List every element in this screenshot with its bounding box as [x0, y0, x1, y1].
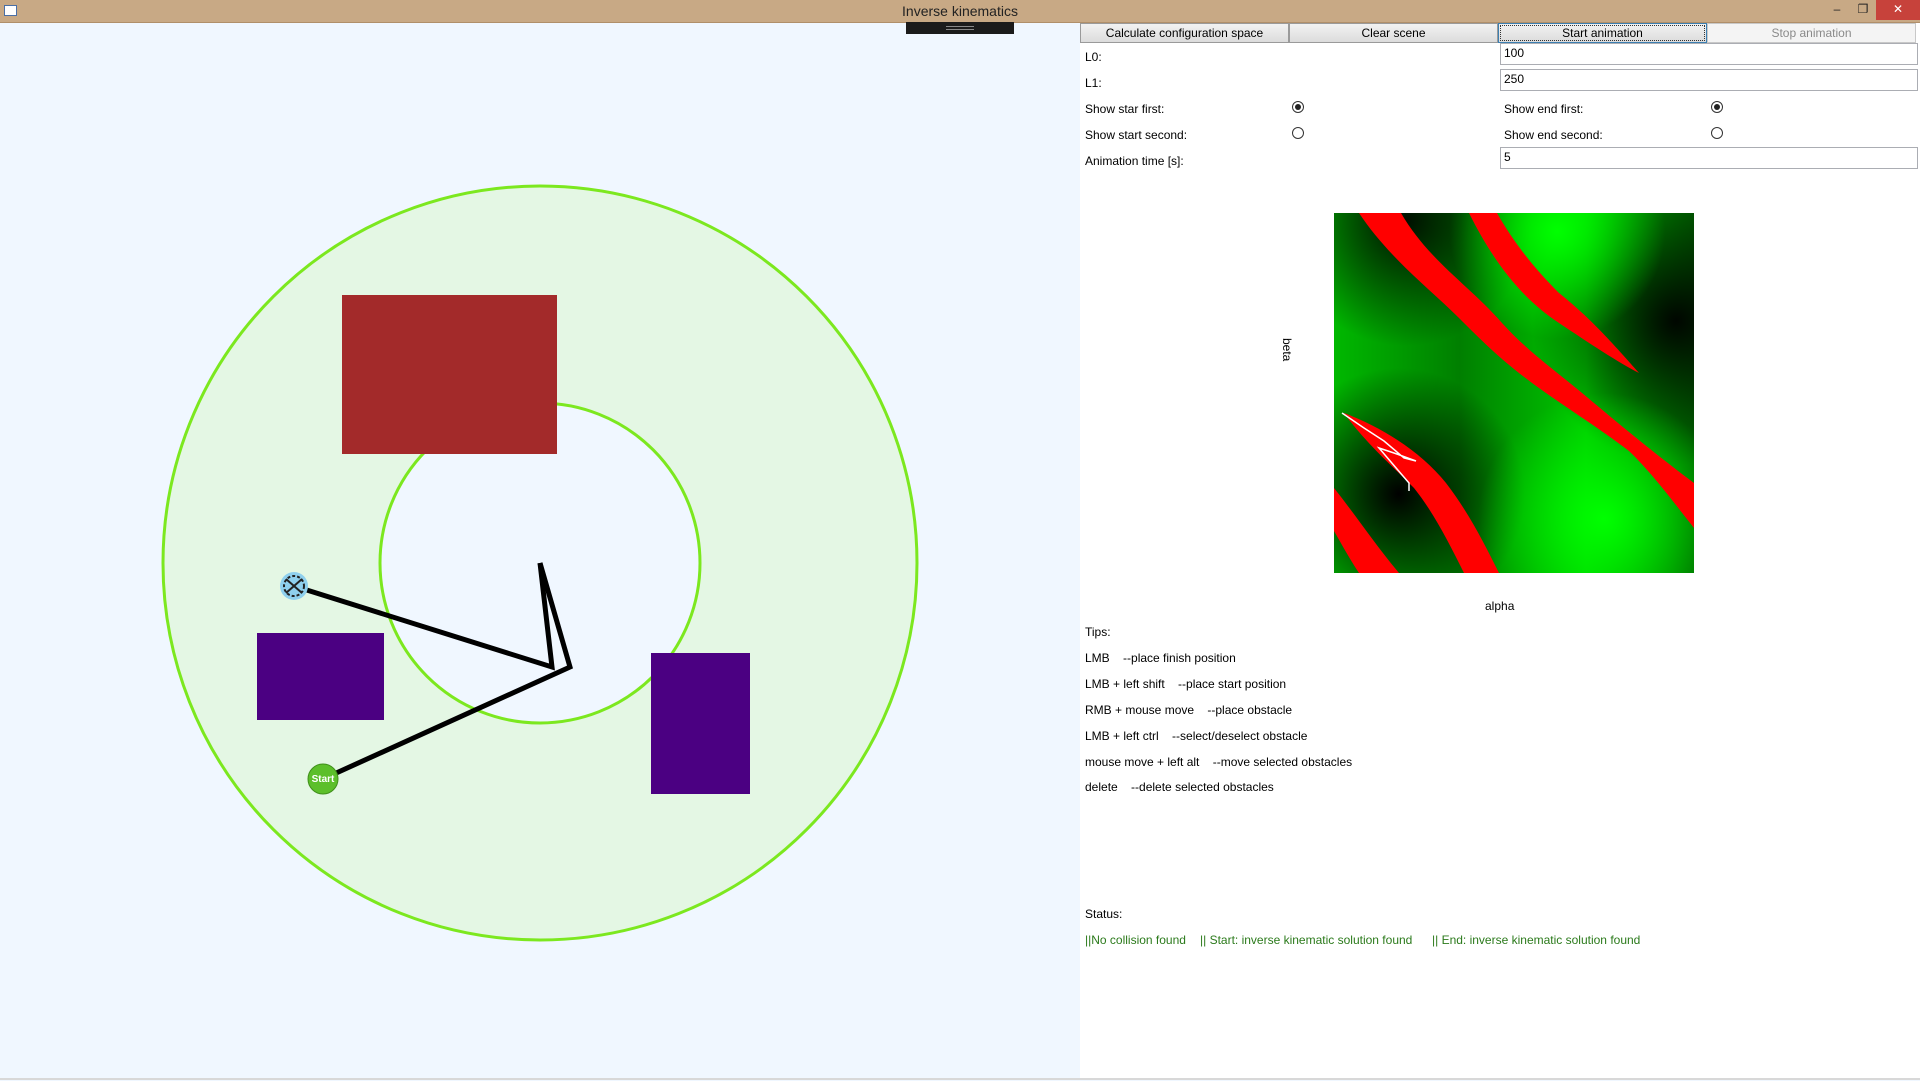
end-marker[interactable] [280, 572, 308, 600]
tip-description: --select/deselect obstacle [1172, 729, 1308, 743]
tip-key: delete [1085, 780, 1118, 794]
tip-item: LMB + left ctrl --select/deselect obstac… [1085, 729, 1307, 743]
tip-description: --place obstacle [1207, 703, 1293, 717]
tip-description: --delete selected obstacles [1131, 780, 1274, 794]
toolbar: Calculate configuration space Clear scen… [1080, 23, 1920, 43]
obstacle-red[interactable] [342, 295, 557, 454]
stop-animation-button[interactable]: Stop animation [1707, 23, 1916, 43]
show-start-second-radio[interactable] [1292, 127, 1304, 139]
calculate-config-space-button[interactable]: Calculate configuration space [1080, 23, 1289, 43]
tips-heading: Tips: [1085, 625, 1111, 639]
config-space-x-label: alpha [1485, 599, 1515, 613]
obstacle-purple-left[interactable] [257, 633, 384, 720]
animation-time-input[interactable]: 5 [1500, 147, 1918, 169]
tip-key: RMB + mouse move [1085, 703, 1195, 717]
tip-description: --place start position [1178, 677, 1287, 691]
tip-description: --move selected obstacles [1212, 755, 1353, 769]
status-heading: Status: [1085, 907, 1123, 921]
minimize-icon[interactable]: – [1824, 0, 1850, 20]
tip-key: LMB + left shift [1085, 677, 1165, 691]
l1-input[interactable]: 250 [1500, 69, 1918, 91]
start-marker-label: Start [312, 774, 335, 785]
scene-canvas[interactable]: Start [0, 23, 1080, 1078]
start-animation-button[interactable]: Start animation [1498, 23, 1707, 43]
status-end: || End: inverse kinematic solution found [1432, 933, 1641, 947]
show-star-first-label: Show star first: [1085, 102, 1165, 116]
status-collision: ||No collision found [1085, 933, 1186, 947]
close-icon[interactable]: ✕ [1876, 0, 1920, 20]
tip-item: RMB + mouse move --place obstacle [1085, 703, 1292, 717]
configuration-space-image[interactable] [1334, 213, 1694, 573]
tip-key: mouse move + left alt [1085, 755, 1200, 769]
control-panel: Calculate configuration space Clear scen… [1080, 23, 1920, 1078]
window-title: Inverse kinematics [902, 3, 1018, 19]
title-bar: Inverse kinematics – ❐ ✕ [0, 0, 1920, 23]
show-end-second-radio[interactable] [1711, 127, 1723, 139]
l0-label: L0: [1085, 50, 1102, 64]
configuration-space-svg [1334, 213, 1694, 573]
clear-scene-button[interactable]: Clear scene [1289, 23, 1498, 43]
l0-input[interactable]: 100 [1500, 43, 1918, 65]
show-start-second-label: Show start second: [1085, 128, 1188, 142]
start-animation-label: Start animation [1500, 25, 1705, 41]
animation-time-label: Animation time [s]: [1085, 154, 1184, 168]
config-space-y-label: beta [1280, 338, 1294, 362]
l1-label: L1: [1085, 76, 1102, 90]
tip-key: LMB [1085, 651, 1110, 665]
start-marker[interactable]: Start [307, 763, 339, 795]
tip-item: LMB + left shift --place start position [1085, 677, 1286, 691]
tip-key: LMB + left ctrl [1085, 729, 1159, 743]
tip-item: LMB --place finish position [1085, 651, 1236, 665]
status-start: || Start: inverse kinematic solution fou… [1200, 933, 1413, 947]
tip-description: --place finish position [1123, 651, 1236, 665]
scene-svg[interactable]: Start [0, 23, 1080, 1078]
restore-icon[interactable]: ❐ [1850, 0, 1876, 20]
tip-item: delete --delete selected obstacles [1085, 780, 1274, 794]
show-end-first-radio[interactable] [1711, 101, 1723, 113]
show-star-first-radio[interactable] [1292, 101, 1304, 113]
show-end-first-label: Show end first: [1504, 102, 1584, 116]
obstacle-purple-right[interactable] [651, 653, 750, 794]
show-end-second-label: Show end second: [1504, 128, 1603, 142]
tip-item: mouse move + left alt --move selected ob… [1085, 755, 1352, 769]
